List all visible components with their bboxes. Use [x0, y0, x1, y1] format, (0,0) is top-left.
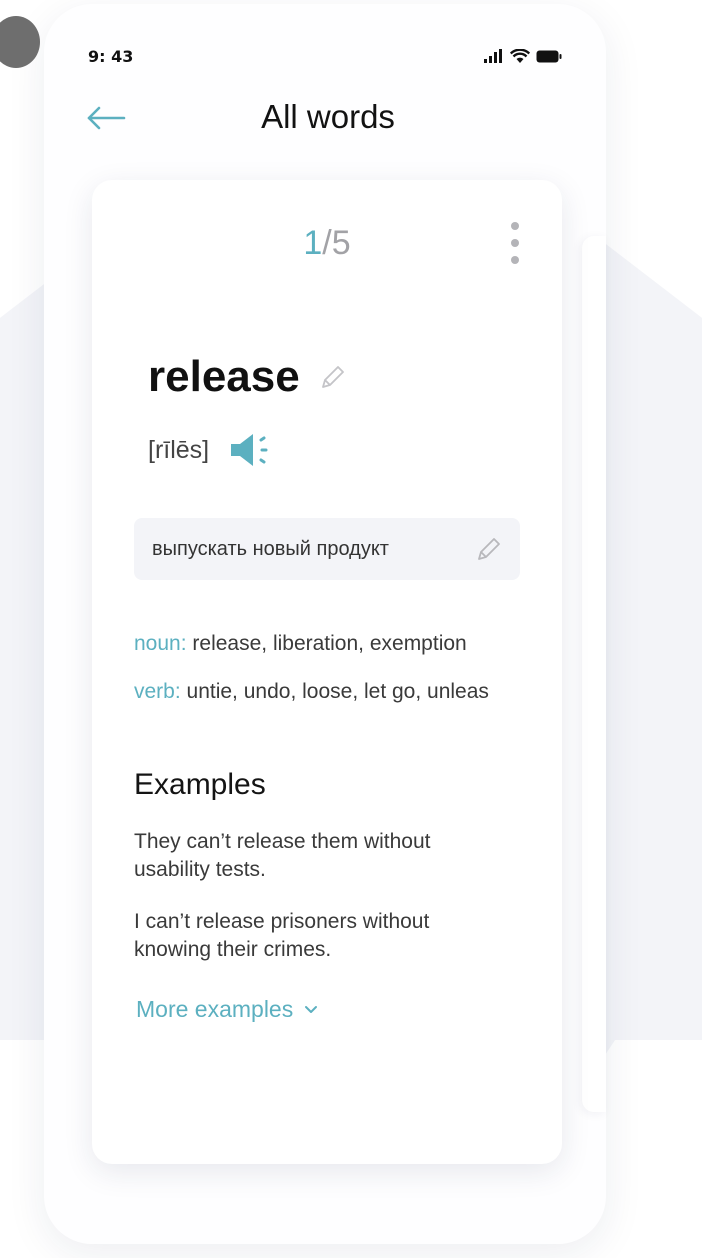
- menu-dot: [511, 239, 519, 247]
- status-icons: [484, 48, 562, 64]
- word-title: release: [148, 352, 300, 401]
- word-card: 1/5 release [rīlēs] выпускать новый прод…: [92, 180, 562, 1164]
- play-pronunciation-button[interactable]: [229, 432, 273, 468]
- chevron-down-icon: [305, 1005, 318, 1013]
- part-of-speech-noun: noun: release, liberation, exemption: [134, 632, 467, 656]
- next-card-peek[interactable]: [582, 236, 606, 1112]
- example-sentence: They can’t release them without usabilit…: [134, 830, 431, 881]
- battery-icon: [536, 50, 562, 62]
- examples-heading: Examples: [134, 768, 266, 801]
- header: All words: [80, 94, 570, 144]
- transcription-row: [rīlēs]: [148, 432, 273, 468]
- example-sentence: I can’t release prisoners without knowin…: [134, 910, 430, 961]
- counter-total: /5: [322, 224, 351, 262]
- pencil-icon: [321, 366, 344, 388]
- signal-icon: [484, 49, 502, 63]
- part-of-speech-verb: verb: untie, undo, loose, let go, unleas: [134, 680, 489, 704]
- menu-dot: [511, 222, 519, 230]
- edit-word-button[interactable]: [318, 362, 348, 392]
- translation-field[interactable]: выпускать новый продукт: [134, 518, 520, 580]
- wifi-icon: [510, 48, 530, 63]
- translation-text: выпускать новый продукт: [152, 537, 389, 560]
- more-examples-button[interactable]: More examples: [136, 996, 319, 1023]
- status-bar: 9: 43: [88, 44, 568, 68]
- transcription: [rīlēs]: [148, 435, 210, 464]
- pos-synonyms: release, liberation, exemption: [186, 632, 467, 655]
- menu-dot: [511, 256, 519, 264]
- word-row: release: [148, 352, 348, 402]
- counter-current: 1: [303, 224, 323, 262]
- more-examples-label: More examples: [136, 996, 294, 1022]
- page-title: All words: [261, 98, 395, 135]
- pos-label: noun:: [134, 632, 187, 655]
- status-time: 9: 43: [88, 46, 134, 66]
- pos-synonyms: untie, undo, loose, let go, unleas: [180, 680, 489, 703]
- corner-dot: [0, 16, 40, 68]
- pos-label: verb:: [134, 680, 181, 703]
- speaker-icon: [231, 434, 268, 466]
- pencil-icon[interactable]: [474, 534, 504, 564]
- card-counter: 1/5: [92, 224, 562, 263]
- more-vertical-icon[interactable]: [508, 222, 522, 264]
